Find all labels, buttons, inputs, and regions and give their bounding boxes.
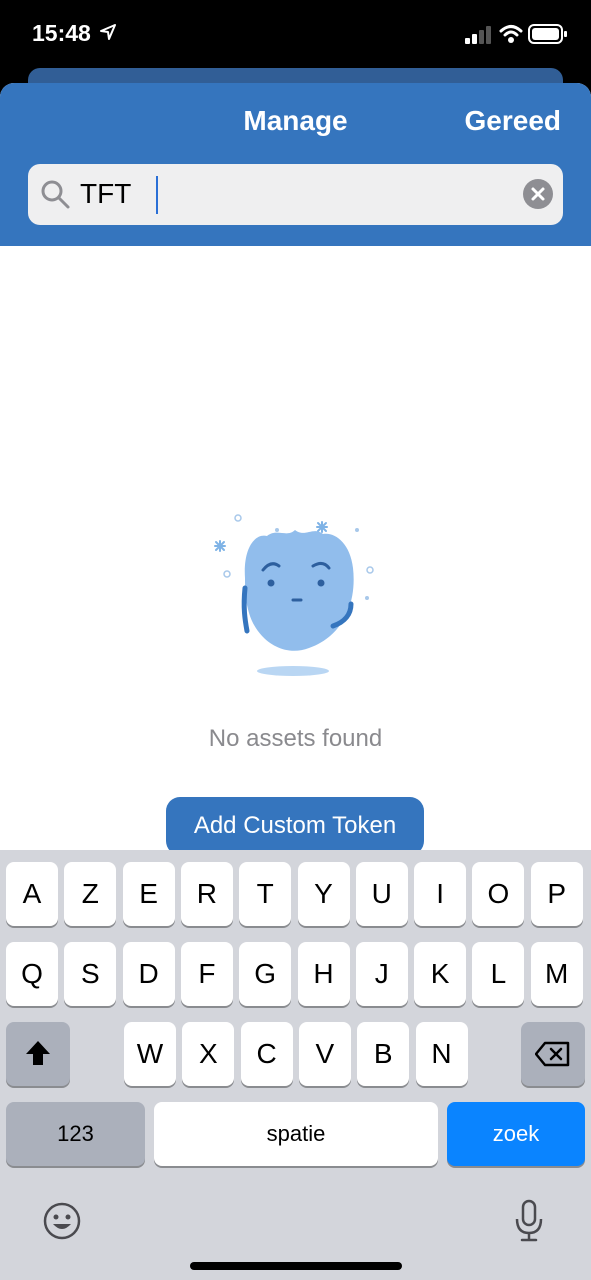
shift-key[interactable]	[6, 1022, 70, 1086]
key-a[interactable]: A	[6, 862, 58, 926]
wifi-icon	[499, 25, 523, 43]
microphone-icon[interactable]	[513, 1199, 545, 1243]
empty-state-message: No assets found	[208, 725, 383, 752]
key-s[interactable]: S	[64, 942, 117, 1006]
clear-icon[interactable]	[523, 179, 553, 209]
space-key[interactable]: spatie	[154, 1102, 438, 1166]
key-r[interactable]: R	[180, 862, 233, 926]
key-q[interactable]: Q	[6, 942, 58, 1006]
backspace-key[interactable]	[521, 1022, 585, 1086]
key-t[interactable]: T	[239, 862, 292, 926]
key-g[interactable]: G	[239, 942, 292, 1006]
search-icon	[41, 180, 70, 209]
add-custom-token-button[interactable]: Add Custom Token	[166, 797, 424, 855]
emoji-icon[interactable]	[42, 1201, 82, 1241]
search-key[interactable]: zoek	[447, 1102, 585, 1166]
done-button[interactable]: Gereed	[465, 105, 562, 137]
key-o[interactable]: O	[472, 862, 525, 926]
search-bar[interactable]	[28, 164, 563, 225]
numbers-key[interactable]: 123	[6, 1102, 145, 1166]
cellular-signal-icon	[465, 26, 491, 44]
key-i[interactable]: I	[414, 862, 467, 926]
key-f[interactable]: F	[180, 942, 233, 1006]
keyboard: AZERTYUIOP QSDFGHJKLM WXCVBN 123 spatie …	[0, 850, 591, 1280]
text-cursor	[156, 176, 158, 214]
key-p[interactable]: P	[530, 862, 583, 926]
home-indicator	[190, 1262, 402, 1270]
location-arrow-icon	[100, 24, 116, 40]
no-results-illustration	[214, 514, 374, 676]
search-input[interactable]	[80, 174, 500, 214]
key-b[interactable]: B	[357, 1022, 410, 1086]
key-u[interactable]: U	[355, 862, 408, 926]
key-m[interactable]: M	[530, 942, 583, 1006]
battery-icon	[528, 24, 567, 44]
status-bar: 15:48	[0, 0, 591, 70]
key-z[interactable]: Z	[64, 862, 117, 926]
key-d[interactable]: D	[122, 942, 175, 1006]
key-n[interactable]: N	[415, 1022, 468, 1086]
key-e[interactable]: E	[122, 862, 175, 926]
key-j[interactable]: J	[355, 942, 408, 1006]
key-v[interactable]: V	[298, 1022, 351, 1086]
key-k[interactable]: K	[414, 942, 467, 1006]
key-l[interactable]: L	[472, 942, 525, 1006]
key-c[interactable]: C	[240, 1022, 293, 1086]
key-w[interactable]: W	[124, 1022, 176, 1086]
status-time: 15:48	[32, 20, 91, 46]
backspace-icon	[534, 1041, 570, 1067]
key-x[interactable]: X	[182, 1022, 235, 1086]
key-y[interactable]: Y	[297, 862, 350, 926]
key-h[interactable]: H	[297, 942, 350, 1006]
shift-icon	[26, 1041, 50, 1065]
header: Manage Gereed	[0, 83, 591, 246]
